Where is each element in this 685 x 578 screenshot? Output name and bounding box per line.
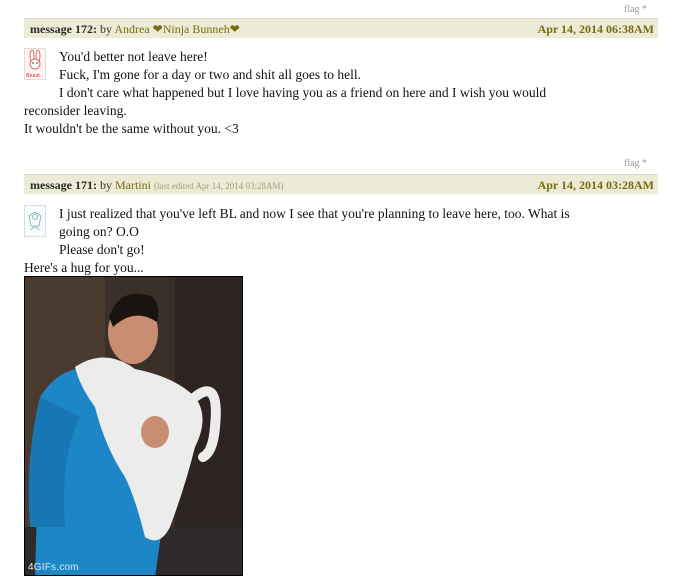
message-date[interactable]: Apr 14, 2014 03:28AM xyxy=(538,175,654,195)
flag-link[interactable]: flag * xyxy=(624,4,647,15)
image-watermark: 4GIFs.com xyxy=(28,562,79,573)
message-line: You'd better not leave here! xyxy=(59,49,208,64)
message-header: message 172: by Andrea ❤Ninja Bunneh❤ Ap… xyxy=(24,18,658,38)
flag-link-text[interactable]: flag * xyxy=(624,4,647,15)
message-line: I just realized that you've left BL and … xyxy=(59,206,570,221)
flag-link-text[interactable]: flag * xyxy=(624,158,647,169)
message-line: reconsider leaving. xyxy=(24,103,127,118)
author-link[interactable]: Martini xyxy=(115,178,151,192)
message-line: Fuck, I'm gone for a day or two and shit… xyxy=(59,67,361,82)
message-date[interactable]: Apr 14, 2014 06:38AM xyxy=(538,19,654,39)
hug-gif-image[interactable]: 4GIFs.com xyxy=(24,276,243,576)
message-number[interactable]: message 172: xyxy=(30,22,97,36)
gif-illustration xyxy=(25,277,242,575)
message-line: Here's a hug for you... xyxy=(24,260,144,275)
by-label: by xyxy=(99,22,112,36)
message-body: I just realized that you've left BL and … xyxy=(24,205,664,277)
by-label: by xyxy=(99,178,112,192)
message-line: I don't care what happened but I love ha… xyxy=(59,85,547,100)
message-line: going on? O.O xyxy=(59,224,139,239)
flag-link[interactable]: flag * xyxy=(624,158,647,169)
message-line: It wouldn't be the same without you. <3 xyxy=(24,121,239,136)
message-number[interactable]: message 171: xyxy=(30,178,97,192)
message-line: Please don't go! xyxy=(59,242,145,257)
message-body: You'd better not leave here! Fuck, I'm g… xyxy=(24,48,664,138)
edited-note: (last edited Apr 14, 2014 03:28AM) xyxy=(153,181,284,191)
author-link[interactable]: Andrea ❤Ninja Bunneh❤ xyxy=(114,22,239,36)
message-header: message 171: by Martini (last edited Apr… xyxy=(24,174,658,194)
